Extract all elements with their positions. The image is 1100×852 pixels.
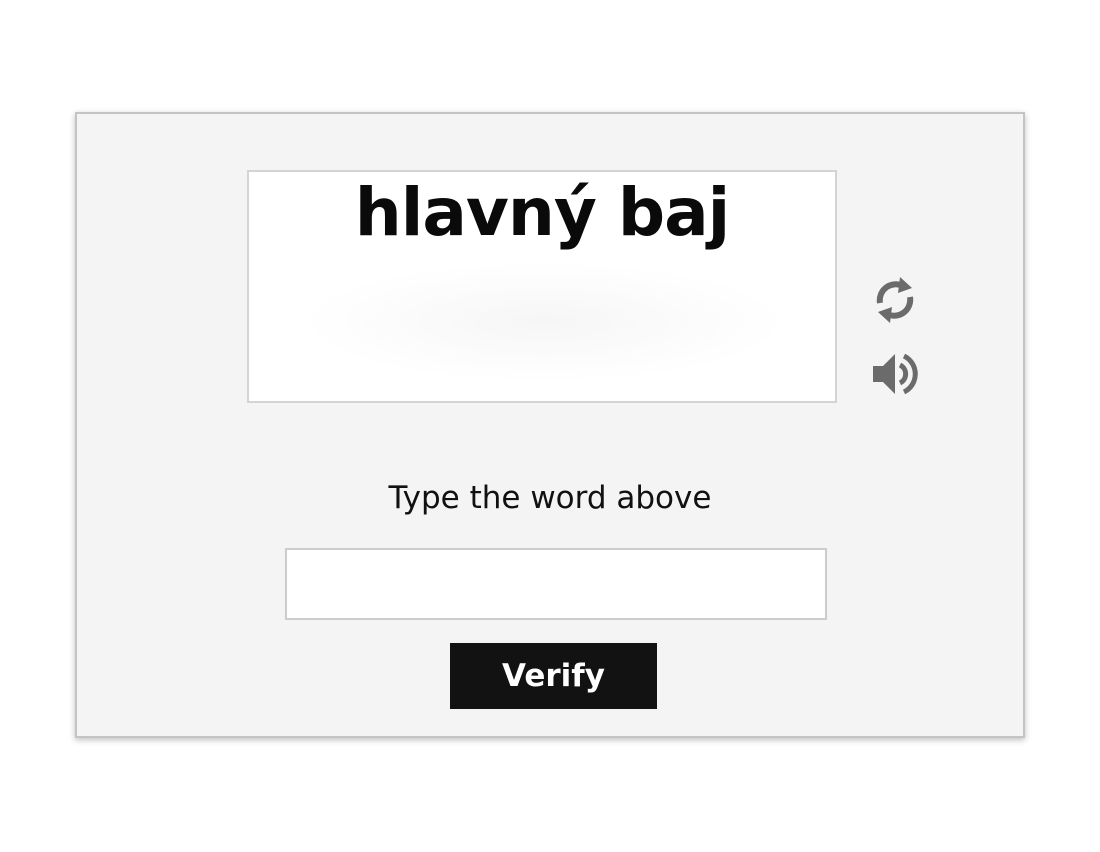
captcha-answer-input[interactable] xyxy=(285,548,827,620)
audio-button[interactable] xyxy=(867,346,923,402)
verify-button[interactable]: Verify xyxy=(450,643,657,709)
speaker-icon xyxy=(873,353,918,395)
captcha-image: hlavný baj xyxy=(247,170,837,403)
refresh-button[interactable] xyxy=(867,272,923,328)
captcha-word: hlavný baj xyxy=(354,174,731,251)
captcha-noise xyxy=(299,262,789,382)
captcha-panel: hlavný baj Type the word above Verify xyxy=(75,112,1025,738)
refresh-icon xyxy=(876,277,914,323)
instruction-text: Type the word above xyxy=(388,480,712,516)
